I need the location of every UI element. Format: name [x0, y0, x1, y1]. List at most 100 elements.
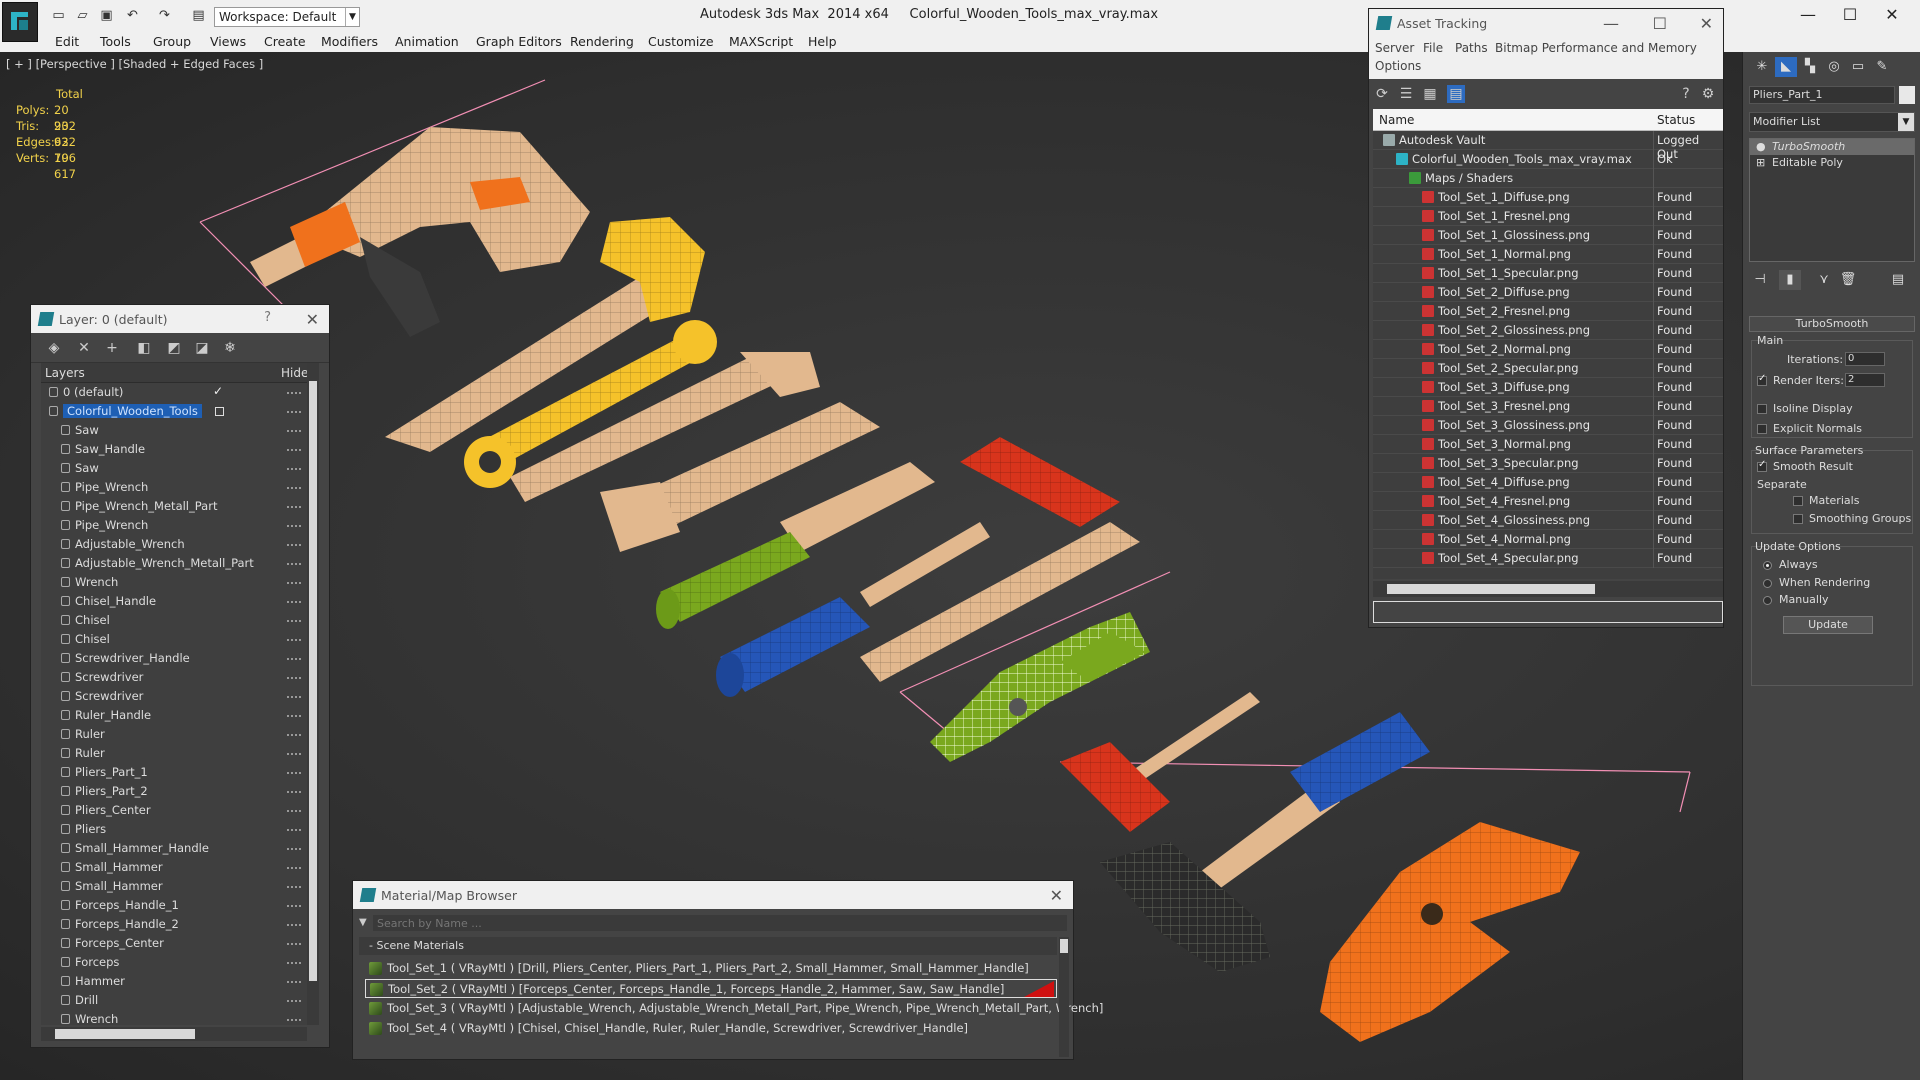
object-row[interactable]: Adjustable_Wrench_Metall_Part [41, 554, 313, 573]
close-icon[interactable]: ✕ [306, 310, 319, 329]
iterations-spinner[interactable]: 0 [1845, 352, 1885, 366]
asset-row[interactable]: Tool_Set_4_Diffuse.png Found [1373, 473, 1723, 492]
asset-menu-file[interactable]: File [1423, 41, 1443, 55]
material-row[interactable]: Tool_Set_4 ( VRayMtl ) [Chisel, Chisel_H… [365, 1019, 1057, 1038]
hide-toggle[interactable] [287, 829, 301, 831]
hide-toggle[interactable] [287, 886, 301, 888]
asset-row[interactable]: Tool_Set_2_Glossiness.png Found [1373, 321, 1723, 340]
configure-sets-icon[interactable]: ▤ [1887, 270, 1909, 290]
menu-tools[interactable]: Tools [100, 34, 131, 49]
object-row[interactable]: Screwdriver_Handle [41, 649, 313, 668]
asset-row[interactable]: Tool_Set_3_Fresnel.png Found [1373, 397, 1723, 416]
layer-list-hscrollbar[interactable] [41, 1027, 307, 1041]
object-row[interactable]: Forceps_Center [41, 934, 313, 953]
when-rendering-radio[interactable] [1763, 579, 1772, 588]
stack-item-turbosmooth[interactable]: ● TurboSmooth [1750, 139, 1914, 155]
hide-toggle[interactable] [287, 639, 301, 641]
scene-materials-group[interactable]: - Scene Materials [359, 937, 1057, 955]
minimize-icon[interactable]: — [1603, 14, 1619, 33]
hide-toggle[interactable] [287, 1019, 301, 1021]
hide-toggle[interactable] [287, 810, 301, 812]
hide-toggle[interactable] [287, 506, 301, 508]
asset-menu-paths[interactable]: Paths [1455, 41, 1488, 55]
asset-row[interactable]: Tool_Set_1_Diffuse.png Found [1373, 188, 1723, 207]
highlight-layer-icon[interactable]: ◩ [165, 339, 183, 357]
asset-panel-titlebar[interactable]: Asset Tracking ✕ ☐ — [1369, 9, 1723, 39]
hide-toggle[interactable] [287, 924, 301, 926]
asset-row[interactable]: Tool_Set_3_Diffuse.png Found [1373, 378, 1723, 397]
expand-icon[interactable]: ⊞ [1756, 155, 1765, 171]
asset-row[interactable]: Tool_Set_1_Specular.png Found [1373, 264, 1723, 283]
column-layers[interactable]: Layers [45, 366, 85, 380]
object-row[interactable]: Forceps [41, 953, 313, 972]
object-row[interactable]: Pipe_Wrench [41, 478, 313, 497]
motion-tab-icon[interactable]: ◎ [1823, 57, 1845, 77]
object-row[interactable]: Chisel [41, 630, 313, 649]
close-icon[interactable]: ✕ [1050, 886, 1063, 905]
utilities-tab-icon[interactable]: ✎ [1871, 57, 1893, 77]
object-row[interactable]: Pliers_Center [41, 801, 313, 820]
asset-row[interactable]: Autodesk Vault Logged Out [1373, 131, 1723, 161]
refresh-icon[interactable]: ⟳ [1373, 85, 1391, 103]
smooth-result-checkbox[interactable] [1757, 459, 1767, 472]
help-button[interactable]: ? [264, 310, 271, 325]
hide-toggle[interactable] [287, 905, 301, 907]
redo-icon[interactable]: ↷ [156, 8, 173, 24]
smoothing-groups-checkbox[interactable] [1793, 514, 1803, 524]
hide-toggle[interactable] [287, 981, 301, 983]
object-row[interactable]: Pipe_Wrench [41, 516, 313, 535]
layer-panel-titlebar[interactable]: Layer: 0 (default) ? ✕ [31, 305, 329, 333]
object-row[interactable]: Saw_Handle [41, 440, 313, 459]
help-icon[interactable]: ? [1677, 85, 1695, 103]
asset-row[interactable]: Tool_Set_2_Fresnel.png Found [1373, 302, 1723, 321]
select-objects-icon[interactable]: ◧ [135, 339, 153, 357]
hide-toggle[interactable] [287, 392, 301, 394]
object-row[interactable]: Pliers_Part_2 [41, 782, 313, 801]
asset-row[interactable]: Maps / Shaders [1373, 169, 1723, 188]
object-color-swatch[interactable] [1899, 86, 1915, 104]
new-file-icon[interactable]: ▭ [50, 8, 67, 24]
pin-stack-icon[interactable]: ⊣ [1749, 270, 1771, 290]
maximize-icon[interactable]: ☐ [1653, 14, 1667, 33]
maximize-button[interactable]: ☐ [1830, 4, 1870, 26]
hide-toggle[interactable] [287, 468, 301, 470]
object-row[interactable]: Pipe_Wrench_Metall_Part [41, 497, 313, 516]
render-iters-spinner[interactable]: 2 [1845, 373, 1885, 387]
make-unique-icon[interactable]: ⋎ [1813, 270, 1835, 290]
hide-toggle[interactable] [287, 601, 301, 603]
modifier-list-dropdown[interactable]: Modifier List ▼ [1749, 112, 1915, 132]
hide-toggle[interactable] [287, 449, 301, 451]
hide-toggle[interactable] [287, 696, 301, 698]
object-row[interactable]: Chisel [41, 611, 313, 630]
settings-icon[interactable]: ⚙ [1699, 85, 1717, 103]
asset-row[interactable]: Tool_Set_4_Fresnel.png Found [1373, 492, 1723, 511]
close-icon[interactable]: ✕ [1700, 14, 1713, 33]
material-list-scrollbar[interactable] [1059, 937, 1069, 1057]
object-row[interactable]: Hammer [41, 972, 313, 991]
material-browser-titlebar[interactable]: Material/Map Browser ✕ [353, 881, 1073, 909]
display-tab-icon[interactable]: ▭ [1847, 57, 1869, 77]
material-row[interactable]: Tool_Set_2 ( VRayMtl ) [Forceps_Center, … [365, 979, 1057, 998]
asset-row[interactable]: Tool_Set_3_Specular.png Found [1373, 454, 1723, 473]
current-layer-check-icon[interactable]: ✓ [213, 384, 223, 398]
hide-toggle[interactable] [287, 848, 301, 850]
hide-toggle[interactable] [287, 734, 301, 736]
asset-menu-options[interactable]: Options [1375, 59, 1421, 73]
object-row[interactable]: Saw [41, 421, 313, 440]
hide-toggle[interactable] [287, 1000, 301, 1002]
isoline-display-checkbox[interactable] [1757, 404, 1767, 414]
turbosmooth-rollout-title[interactable]: TurboSmooth [1749, 316, 1915, 332]
asset-row[interactable]: Tool_Set_3_Normal.png Found [1373, 435, 1723, 454]
close-button[interactable]: ✕ [1872, 4, 1912, 26]
hide-toggle[interactable] [287, 715, 301, 717]
object-row[interactable]: Screwdriver [41, 687, 313, 706]
delete-layer-icon[interactable]: ✕ [75, 339, 93, 357]
object-row[interactable]: Small_Hammer_Handle [41, 839, 313, 858]
menu-modifiers[interactable]: Modifiers [321, 34, 378, 49]
app-menu-button[interactable] [2, 2, 38, 42]
material-row[interactable]: Tool_Set_1 ( VRayMtl ) [Drill, Pliers_Ce… [365, 959, 1057, 978]
hierarchy-tab-icon[interactable]: ▚ [1799, 57, 1821, 77]
object-row[interactable]: Screwdriver [41, 668, 313, 687]
hide-toggle[interactable] [287, 943, 301, 945]
object-row[interactable]: Small_Hammer [41, 877, 313, 896]
